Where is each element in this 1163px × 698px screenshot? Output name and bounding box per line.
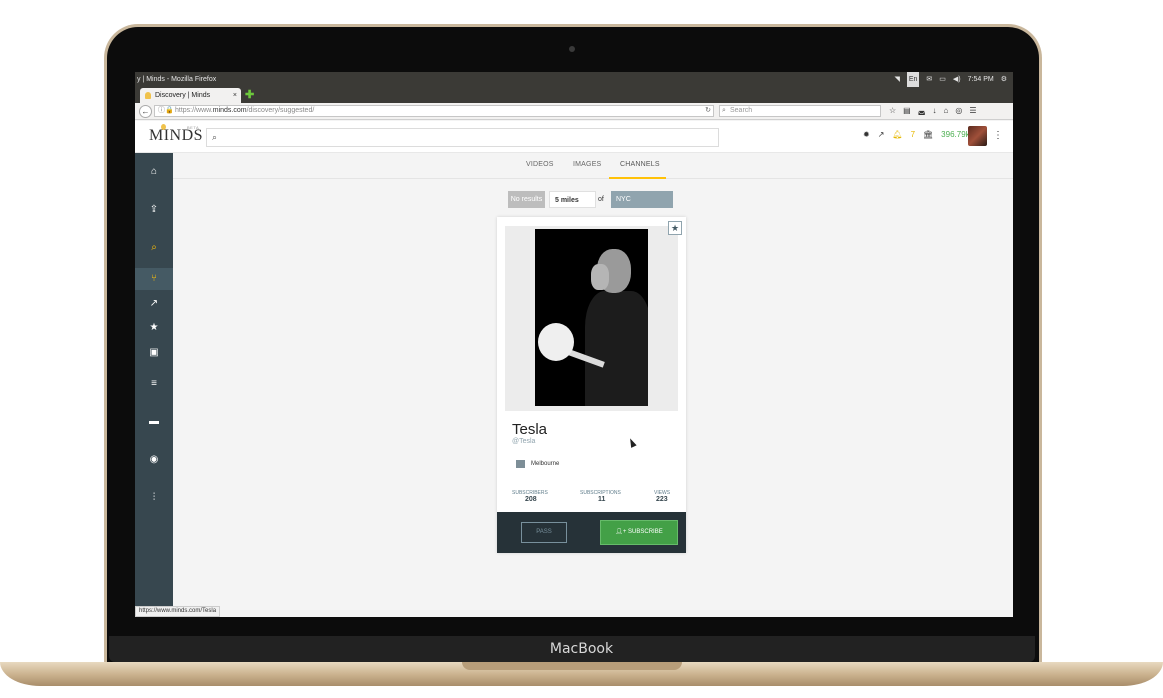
- channel-banner[interactable]: [505, 226, 678, 411]
- laptop-mockup: y | Minds - Mozilla Firefox ◥ En ✉ ▭ ◀) …: [0, 0, 1163, 698]
- groups-icon[interactable]: ◉: [135, 449, 173, 471]
- keyboard-layout[interactable]: En: [906, 72, 920, 87]
- channel-photo: [535, 229, 648, 406]
- add-user-icon: 👤︎+: [615, 529, 629, 535]
- subscriptions-icon[interactable]: ▣: [135, 342, 173, 364]
- bookmark-star-icon[interactable]: ☆: [889, 105, 896, 117]
- messenger-icon[interactable]: ▬: [135, 411, 173, 433]
- screen: y | Minds - Mozilla Firefox ◥ En ✉ ▭ ◀) …: [135, 72, 1013, 617]
- more-options-icon[interactable]: ⋮: [993, 130, 1003, 141]
- device-brand: MacBook: [549, 641, 614, 657]
- points-balance[interactable]: 396.79k: [941, 130, 969, 139]
- feature-star-button[interactable]: ★: [668, 221, 682, 235]
- distance-select[interactable]: 5 miles: [549, 191, 596, 208]
- tab-images[interactable]: IMAGES: [573, 161, 601, 168]
- gear-icon[interactable]: ⚙: [1001, 72, 1007, 87]
- close-tab-icon[interactable]: ×: [233, 88, 237, 103]
- search-icon: ⌕: [212, 132, 218, 142]
- stat-views-value: 223: [656, 496, 668, 503]
- bug-icon[interactable]: ✹: [863, 130, 870, 139]
- avatar[interactable]: [968, 126, 987, 146]
- stat-subscriptions-value: 11: [598, 496, 606, 503]
- back-button[interactable]: ←: [139, 105, 152, 118]
- search-icon: ⌕: [722, 107, 726, 114]
- browser-toolbar: ☆ ▤ ◛ ↓ ⌂ ◎ ☰: [889, 105, 977, 117]
- newsfeed-icon[interactable]: ≡: [135, 373, 173, 395]
- card-actions: PASS 👤︎+ SUBSCRIBE: [497, 512, 686, 553]
- battery-icon[interactable]: ▭: [939, 72, 946, 87]
- reading-list-icon[interactable]: ▤: [903, 105, 911, 117]
- logo-bulb-icon: [161, 124, 166, 130]
- browser-tab[interactable]: Discovery | Minds ×: [140, 88, 241, 103]
- webcam: [569, 46, 575, 52]
- system-tray: ◥ En ✉ ▭ ◀) 7:54 PM ⚙: [894, 72, 1007, 87]
- pocket-icon[interactable]: ◛: [918, 105, 926, 117]
- subscribe-button[interactable]: 👤︎+ SUBSCRIBE: [600, 520, 678, 545]
- mail-icon[interactable]: ✉: [926, 72, 932, 87]
- volume-icon[interactable]: ◀): [953, 72, 961, 87]
- minds-logo[interactable]: MINDS BETA: [149, 124, 203, 145]
- settings-icon[interactable]: ⫶: [135, 487, 173, 509]
- channel-card: ★ Tesla @Tesla Melbourne SUBSCRIBERS 208…: [497, 217, 686, 553]
- reload-icon[interactable]: ↻: [705, 106, 711, 116]
- city-icon: [516, 460, 525, 468]
- of-label: of: [598, 196, 604, 203]
- new-tab-icon[interactable]: ✚: [245, 87, 254, 103]
- browser-search-placeholder: Search: [730, 107, 753, 114]
- download-icon[interactable]: ↓: [933, 105, 937, 117]
- notification-count[interactable]: 7: [911, 130, 915, 139]
- discovery-tabs: VIDEOS IMAGES CHANNELS: [173, 153, 1013, 179]
- tab-channels[interactable]: CHANNELS: [620, 161, 660, 168]
- channel-name[interactable]: Tesla: [512, 421, 547, 438]
- window-title: y | Minds - Mozilla Firefox: [137, 76, 217, 83]
- city-input[interactable]: NYC: [611, 191, 673, 208]
- trending-icon[interactable]: ↗: [878, 130, 885, 139]
- browser-nav-bar: ← ⓘ🔒 https://www.minds.com/discovery/sug…: [135, 103, 1013, 120]
- home-icon[interactable]: ⌂: [944, 105, 949, 117]
- featured-icon[interactable]: ★: [135, 317, 173, 339]
- subscribe-label: SUBSCRIBE: [628, 529, 663, 535]
- browser-search-input[interactable]: ⌕ Search: [719, 105, 881, 117]
- channel-location: Melbourne: [531, 461, 560, 467]
- clock[interactable]: 7:54 PM: [968, 72, 994, 87]
- app-search-input[interactable]: ⌕: [206, 128, 719, 147]
- search-icon[interactable]: ⌕: [135, 237, 173, 259]
- stat-subscribers-value: 208: [525, 496, 537, 503]
- url-prefix: https://www.: [175, 107, 213, 114]
- wifi-icon[interactable]: ◥: [894, 72, 899, 87]
- header-actions: ✹ ↗ 🔔︎ 7 🏛︎ 396.79k: [863, 130, 970, 139]
- bank-icon[interactable]: 🏛︎: [923, 130, 933, 139]
- url-path: /discovery/suggested/: [246, 107, 315, 114]
- url-bar[interactable]: ⓘ🔒 https://www.minds.com/discovery/sugge…: [154, 105, 714, 117]
- url-host: minds.com: [212, 107, 247, 114]
- trending-icon[interactable]: ↗: [135, 293, 173, 315]
- tab-title: Discovery | Minds: [155, 92, 211, 99]
- minds-favicon-icon: [145, 92, 151, 99]
- pass-button[interactable]: PASS: [521, 522, 567, 543]
- laptop-notch: [462, 662, 682, 670]
- channel-handle[interactable]: @Tesla: [512, 438, 535, 445]
- chat-icon[interactable]: ◎: [955, 105, 962, 117]
- os-top-bar: y | Minds - Mozilla Firefox ◥ En ✉ ▭ ◀) …: [135, 72, 1013, 87]
- bell-icon[interactable]: 🔔︎: [892, 130, 902, 139]
- app-header: MINDS BETA ⌕ ✹ ↗ 🔔︎ 7 🏛︎ 396.79k ⋮: [135, 121, 1013, 153]
- suggested-icon[interactable]: ⑂: [135, 268, 173, 290]
- sidebar: ⌂ ⇪ ⌕ ⑂ ↗ ★ ▣ ≡ ▬ ◉ ⫶: [135, 153, 173, 617]
- browser-tab-strip: Discovery | Minds × ✚: [135, 87, 1013, 103]
- home-icon[interactable]: ⌂: [135, 161, 173, 183]
- beta-badge: BETA: [187, 125, 200, 130]
- menu-icon[interactable]: ☰: [969, 105, 976, 117]
- upload-icon[interactable]: ⇪: [135, 199, 173, 221]
- no-results-badge: No results: [508, 191, 545, 208]
- tab-videos[interactable]: VIDEOS: [526, 161, 554, 168]
- status-bar-url: https://www.minds.com/Tesla: [135, 606, 221, 617]
- site-info-icon[interactable]: ⓘ🔒: [158, 106, 174, 116]
- active-tab-indicator: [609, 177, 666, 179]
